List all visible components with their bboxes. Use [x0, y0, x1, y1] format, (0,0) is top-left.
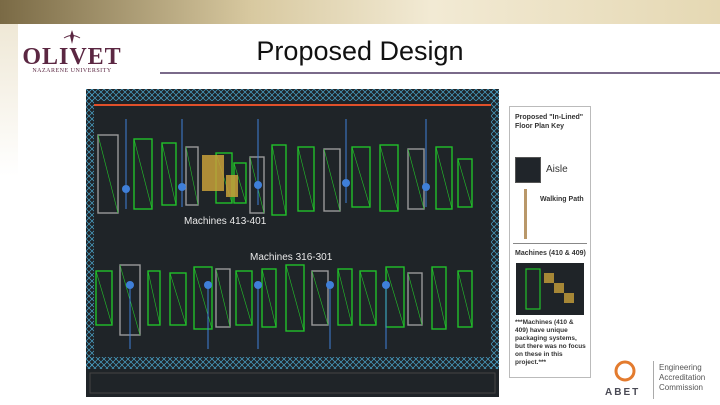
- logo-subtitle: NAZARENE UNIVERSITY: [32, 68, 112, 74]
- upper-machine-x: [351, 146, 371, 208]
- key-title: Proposed "In-Lined" Floor Plan Key: [515, 114, 584, 130]
- upper-machine-x: [297, 146, 315, 212]
- lower-machine-x: [431, 266, 447, 330]
- upper-machine-x: [161, 142, 177, 206]
- walking-path-node: [254, 281, 262, 289]
- walking-path-node: [178, 183, 186, 191]
- abet-ring-icon: [614, 360, 636, 382]
- aisle-swatch-icon: [515, 157, 541, 183]
- aisle-label: Aisle: [546, 164, 568, 175]
- lower-machine-x: [169, 272, 187, 326]
- bottom-strip: [89, 372, 496, 394]
- lower-row-label: Machines 316-301: [250, 252, 333, 263]
- lower-machine-x: [359, 270, 377, 326]
- page-title: Proposed Design: [256, 36, 464, 66]
- wall-left: [86, 89, 94, 369]
- upper-machine-x: [457, 158, 473, 208]
- university-logo: OLIVET NAZARENE UNIVERSITY: [22, 28, 122, 80]
- upper-machine-x: [435, 146, 453, 210]
- title-underline: [160, 72, 720, 74]
- upper-machine-x: [407, 148, 425, 210]
- floor-plan: Machines 413-401 Machines 316-301: [86, 89, 499, 397]
- walking-path-node: [122, 185, 130, 193]
- machines-label: Machines (410 & 409): [515, 250, 586, 257]
- walking-path-node: [342, 179, 350, 187]
- left-stripe: [0, 24, 18, 405]
- lower-machine-x: [147, 270, 161, 326]
- wall-top: [86, 89, 499, 101]
- floor-plan-key: Proposed "In-Lined" Floor Plan Key Aisle…: [509, 106, 591, 378]
- lower-machine-x: [261, 268, 277, 328]
- logo-mark-icon: [63, 30, 81, 44]
- packaging-area-a: [202, 155, 224, 191]
- abet-logo: ABET Engineering Accreditation Commissio…: [603, 357, 720, 405]
- lower-machine-x: [311, 270, 329, 326]
- lower-machine-x: [235, 270, 253, 326]
- upper-machine-x: [133, 138, 153, 210]
- upper-machine-x: [271, 144, 287, 216]
- upper-row-label: Machines 413-401: [184, 216, 267, 227]
- wall-bottom: [86, 357, 499, 369]
- walking-path-node: [254, 181, 262, 189]
- lower-machine-x: [193, 266, 213, 330]
- lower-machine-x: [285, 264, 305, 332]
- key-divider: [513, 243, 587, 244]
- walking-path-node: [422, 183, 430, 191]
- abet-name: ABET: [605, 387, 641, 398]
- upper-machine-x: [185, 146, 199, 206]
- upper-machine-x: [323, 148, 341, 212]
- lower-machine-x: [457, 270, 473, 328]
- abet-commission: Engineering Accreditation Commission: [659, 363, 706, 392]
- lower-machine-x: [337, 268, 353, 326]
- packaging-area-b: [226, 175, 238, 197]
- upper-machine-x: [379, 144, 399, 212]
- walking-path-node: [326, 281, 334, 289]
- wall-right: [491, 89, 499, 369]
- lower-machine-x: [215, 268, 231, 328]
- machines-sample-icon: [516, 263, 584, 315]
- key-note: ***Machines (410 & 409) have unique pack…: [515, 319, 586, 366]
- abet-divider: [653, 361, 654, 399]
- lower-machine-x: [407, 272, 423, 326]
- lower-machine-x: [95, 270, 113, 326]
- walking-path-node: [382, 281, 390, 289]
- logo-name: OLIVET: [22, 44, 122, 70]
- top-banner: [0, 0, 720, 24]
- upper-machine-x: [97, 134, 119, 214]
- walking-path-node: [126, 281, 134, 289]
- floor-plan-drawing: [86, 89, 499, 394]
- walking-path-swatch-icon: [524, 189, 527, 239]
- walking-path-node: [204, 281, 212, 289]
- lower-machine-x: [385, 266, 405, 328]
- walking-path-label: Walking Path: [540, 196, 584, 203]
